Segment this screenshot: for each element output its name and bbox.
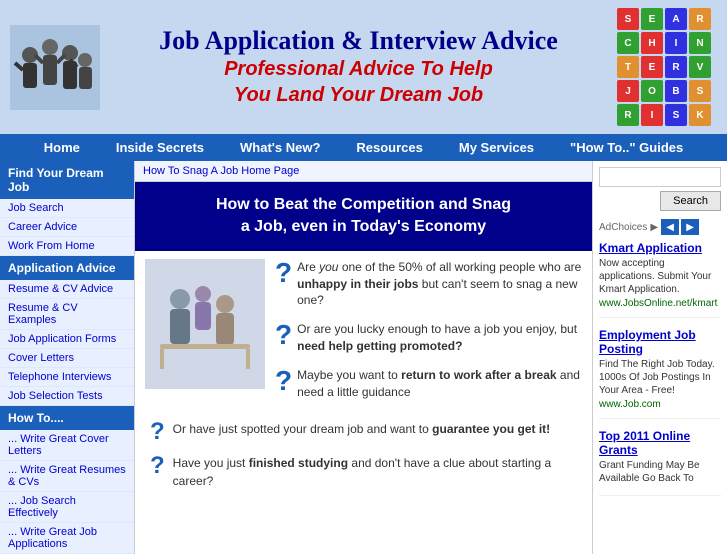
letter-block-b14: B [665, 80, 687, 102]
lower-point-1: ? Or have just spotted your dream job an… [150, 420, 577, 444]
ad-nav-next[interactable]: ▶ [681, 219, 699, 235]
letter-block-h5: H [641, 32, 663, 54]
article-top: ? Are you one of the 50% of all working … [145, 259, 582, 413]
nav-resources[interactable]: Resources [338, 134, 440, 161]
point-text-2: Or are you lucky enough to have a job yo… [297, 321, 582, 355]
article-point-3: ? Maybe you want to return to work after… [275, 367, 582, 401]
sidebar-item-write-cover[interactable]: ... Write Great Cover Letters [0, 430, 134, 461]
ad-1-text: Now accepting applications. Submit Your … [599, 257, 721, 296]
ad-nav-prev[interactable]: ◀ [661, 219, 679, 235]
article-body: ? Are you one of the 50% of all working … [135, 251, 592, 509]
sidebar-item-resume-cv-examples[interactable]: Resume & CV Examples [0, 299, 134, 330]
letter-block-e9: E [641, 56, 663, 78]
point-text-3: Maybe you want to return to work after a… [297, 367, 582, 401]
letter-block-k19: K [689, 104, 711, 126]
article-title-bar: How to Beat the Competition and Snag a J… [135, 182, 592, 251]
letter-block-v11: V [689, 56, 711, 78]
header-logo [10, 25, 100, 110]
question-mark-3: ? [275, 367, 292, 395]
ad-block-2: Employment Job Posting Find The Right Jo… [599, 328, 721, 419]
sidebar-item-job-search-eff[interactable]: ... Job Search Effectively [0, 492, 134, 523]
ad-block-3: Top 2011 Online Grants Grant Funding May… [599, 429, 721, 496]
nav-whats-new[interactable]: What's New? [222, 134, 338, 161]
letter-block-r3: R [689, 8, 711, 30]
nav-my-services[interactable]: My Services [441, 134, 552, 161]
point-text-1: Are you one of the 50% of all working pe… [297, 259, 582, 309]
lower-text-1: Or have just spotted your dream job and … [173, 420, 551, 438]
question-mark-1: ? [275, 259, 292, 287]
letter-block-e1: E [641, 8, 663, 30]
main-content: Find Your Dream Job Job Search Career Ad… [0, 161, 727, 554]
article-point-2: ? Or are you lucky enough to have a job … [275, 321, 582, 355]
letter-blocks: SEARCHINTERVJOBSRISK [617, 8, 717, 126]
sidebar-section-find-job: Find Your Dream Job [0, 161, 134, 199]
letter-block-i6: I [665, 32, 687, 54]
left-sidebar: Find Your Dream Job Job Search Career Ad… [0, 161, 135, 554]
sidebar-item-selection-tests[interactable]: Job Selection Tests [0, 387, 134, 406]
letter-block-c4: C [617, 32, 639, 54]
nav-how-to[interactable]: "How To.." Guides [552, 134, 701, 161]
search-box: Search [599, 167, 721, 211]
search-input[interactable] [599, 167, 721, 187]
sidebar-item-resume-cv-advice[interactable]: Resume & CV Advice [0, 280, 134, 299]
main-nav: Home Inside Secrets What's New? Resource… [0, 134, 727, 161]
question-mark-2: ? [275, 321, 292, 349]
letter-block-t8: T [617, 56, 639, 78]
letter-block-o13: O [641, 80, 663, 102]
sidebar-item-write-job-apps[interactable]: ... Write Great Job Applications [0, 523, 134, 554]
header-title-block: Job Application & Interview Advice Profe… [100, 21, 617, 113]
lower-point-2: ? Have you just finished studying and do… [150, 454, 577, 490]
header: Job Application & Interview Advice Profe… [0, 0, 727, 134]
lower-q-1: ? [150, 420, 165, 444]
site-subtitle: Professional Advice To Help You Land You… [100, 56, 617, 108]
letter-block-s0: S [617, 8, 639, 30]
sidebar-section-application: Application Advice [0, 256, 134, 280]
letter-block-i17: I [641, 104, 663, 126]
ad-choices-bar: AdChoices ▶ ◀ ▶ [599, 219, 721, 235]
ad-3-title[interactable]: Top 2011 Online Grants [599, 429, 721, 457]
sidebar-item-telephone-interviews[interactable]: Telephone Interviews [0, 368, 134, 387]
right-sidebar: Search AdChoices ▶ ◀ ▶ Kmart Application… [592, 161, 727, 554]
sidebar-item-job-forms[interactable]: Job Application Forms [0, 330, 134, 349]
site-title: Job Application & Interview Advice [100, 26, 617, 56]
sidebar-item-write-resumes[interactable]: ... Write Great Resumes & CVs [0, 461, 134, 492]
sidebar-item-job-search[interactable]: Job Search [0, 199, 134, 218]
ad-1-title[interactable]: Kmart Application [599, 241, 721, 255]
ad-block-1: Kmart Application Now accepting applicat… [599, 241, 721, 318]
ad-choices-icon: ▶ [650, 222, 658, 233]
letter-block-n7: N [689, 32, 711, 54]
article-image [145, 259, 265, 389]
letter-block-r10: R [665, 56, 687, 78]
letter-block-r16: R [617, 104, 639, 126]
ad-3-text: Grant Funding May Be Available Go Back T… [599, 459, 721, 485]
letter-block-s15: S [689, 80, 711, 102]
ad-1-url: www.JobsOnline.net/kmart [599, 298, 721, 309]
breadcrumb-link[interactable]: How To Snag A Job Home Page [143, 165, 299, 177]
ad-2-url: www.Job.com [599, 399, 721, 410]
center-content: How To Snag A Job Home Page How to Beat … [135, 161, 592, 554]
nav-home[interactable]: Home [26, 134, 98, 161]
ad-nav: ◀ ▶ [661, 219, 699, 235]
sidebar-item-cover-letters[interactable]: Cover Letters [0, 349, 134, 368]
ad-2-title[interactable]: Employment Job Posting [599, 328, 721, 356]
letter-block-a2: A [665, 8, 687, 30]
lower-q-2: ? [150, 454, 165, 478]
breadcrumb: How To Snag A Job Home Page [135, 161, 592, 182]
letter-block-s18: S [665, 104, 687, 126]
article-point-1: ? Are you one of the 50% of all working … [275, 259, 582, 309]
ad-2-text: Find The Right Job Today. 1000s Of Job P… [599, 358, 721, 397]
lower-text-2: Have you just finished studying and don'… [173, 454, 577, 490]
sidebar-section-how-to: How To.... [0, 406, 134, 430]
article-points: ? Are you one of the 50% of all working … [275, 259, 582, 413]
logo-image [10, 25, 100, 110]
sidebar-item-career-advice[interactable]: Career Advice [0, 218, 134, 237]
article-lower: ? Or have just spotted your dream job an… [145, 420, 582, 490]
sidebar-item-work-from-home[interactable]: Work From Home [0, 237, 134, 256]
search-button[interactable]: Search [660, 191, 721, 211]
nav-inside-secrets[interactable]: Inside Secrets [98, 134, 222, 161]
ad-choices-label: AdChoices [599, 222, 647, 233]
letter-block-j12: J [617, 80, 639, 102]
